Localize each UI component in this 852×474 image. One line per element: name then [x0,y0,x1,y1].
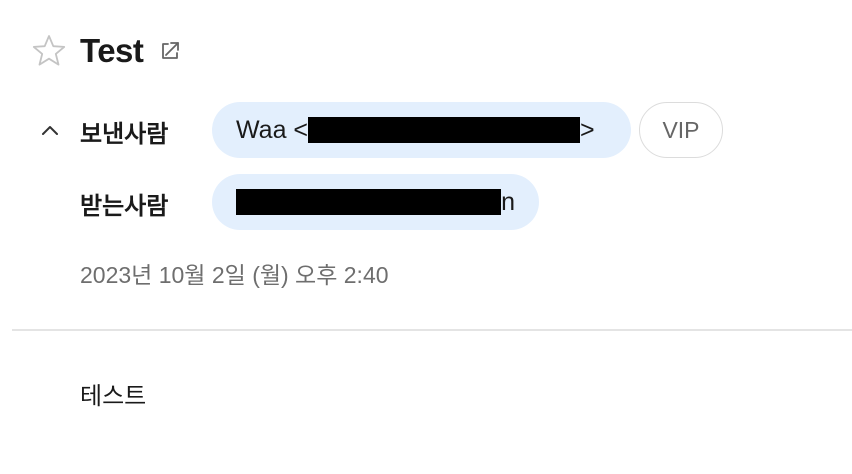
vip-button[interactable]: VIP [639,102,723,158]
header-divider [12,329,852,331]
recipient-chip[interactable]: n [212,174,539,230]
message-body: 테스트 [80,383,147,410]
redacted-sender-email [308,117,581,143]
recipient-label: 받는사람 [80,193,169,220]
message-subject: Test [80,32,144,69]
sender-label: 보낸사람 [80,121,169,148]
sender-name-prefix: Waa < [236,115,309,144]
redacted-recipient-email [236,189,502,215]
message-date: 2023년 10월 2일 (월) 오후 2:40 [80,262,389,288]
sender-name-suffix: > [580,115,595,144]
star-icon[interactable] [30,32,68,70]
sender-chip[interactable]: Waa < > [212,102,631,158]
open-in-new-window-icon[interactable] [157,38,183,64]
recipient-tail: n [501,187,515,216]
subject-row: Test [30,28,183,74]
chevron-up-icon[interactable] [36,116,64,144]
